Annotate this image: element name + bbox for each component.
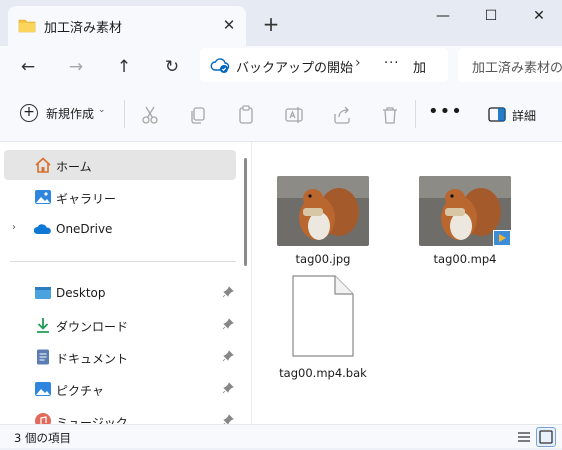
onedrive-icon — [34, 224, 51, 234]
rename-icon[interactable] — [281, 102, 307, 128]
sidebar-item-label: Desktop — [56, 286, 106, 300]
file-item-jpg[interactable]: tag00.jpg — [263, 176, 373, 276]
search-placeholder: 加工済み素材の — [472, 61, 562, 76]
sidebar-item-gallery[interactable]: ギャラリー — [4, 182, 236, 212]
title-bar: 加工済み素材 ✕ + — ☐ ✕ — [0, 0, 562, 46]
breadcrumb-backup[interactable]: バックアップの開始 — [236, 57, 353, 76]
pin-icon[interactable] — [222, 286, 234, 298]
backup-cloud-icon — [210, 58, 230, 73]
file-item-mp4[interactable]: tag00.mp4 — [405, 176, 515, 276]
desktop-icon — [35, 287, 51, 299]
plus-icon: + — [20, 104, 38, 122]
pin-icon[interactable] — [222, 350, 234, 362]
chevron-down-icon: ⌄ — [98, 105, 106, 115]
chevron-right-icon[interactable]: › — [12, 222, 16, 233]
new-button-label: 新規作成 — [46, 107, 95, 121]
sidebar-divider — [10, 261, 236, 262]
pin-icon[interactable] — [222, 382, 234, 394]
video-play-icon — [493, 230, 511, 246]
breadcrumb-current[interactable]: 加 — [413, 57, 426, 76]
pin-icon[interactable] — [222, 318, 234, 330]
sidebar-item-desktop[interactable]: Desktop — [4, 278, 236, 308]
command-bar: + 新規作成 ⌄ ••• 詳細 — [0, 86, 562, 142]
navigation-bar: ← → ↑ ↻ バックアップの開始 › ··· 加 加工済み素材の — [0, 46, 562, 86]
sidebar-item-label: ミュージック — [56, 416, 128, 424]
toolbar-divider — [415, 100, 416, 128]
details-view-button[interactable] — [514, 427, 534, 447]
copy-icon[interactable] — [185, 102, 211, 128]
sidebar-item-label: ギャラリー — [56, 192, 117, 206]
folder-icon — [18, 19, 36, 33]
squirrel-thumbnail — [277, 176, 369, 246]
file-name: tag00.mp4.bak — [279, 366, 367, 380]
sidebar-item-documents[interactable]: ドキュメント — [4, 342, 236, 372]
item-count: 3 個の項目 — [14, 431, 71, 445]
file-name: tag00.jpg — [295, 252, 351, 266]
sidebar-item-home[interactable]: ホーム — [4, 150, 236, 180]
delete-icon[interactable] — [377, 102, 403, 128]
file-explorer-window: 加工済み素材 ✕ + — ☐ ✕ ← → ↑ ↻ バックアップの開始 › ···… — [0, 0, 562, 448]
share-icon[interactable] — [329, 102, 355, 128]
maximize-button[interactable]: ☐ — [468, 0, 514, 32]
refresh-button[interactable]: ↻ — [157, 52, 187, 82]
toolbar-divider — [124, 100, 125, 128]
squirrel-video-thumbnail — [419, 176, 511, 246]
sidebar-item-label: ピクチャ — [56, 384, 104, 398]
generic-file-icon — [292, 275, 354, 357]
sidebar-item-label: ドキュメント — [56, 352, 129, 366]
sidebar-item-label: ダウンロード — [56, 320, 129, 334]
large-icons-view-button[interactable] — [536, 427, 556, 447]
tab-close-button[interactable]: ✕ — [218, 14, 240, 36]
download-icon — [37, 318, 49, 333]
sidebar-item-onedrive[interactable]: › OneDrive — [4, 214, 236, 244]
file-name: tag00.mp4 — [433, 252, 497, 266]
paste-icon[interactable] — [233, 102, 259, 128]
pictures-icon — [35, 382, 51, 396]
pin-icon[interactable] — [222, 414, 234, 424]
tiles-view-icon — [539, 430, 553, 444]
list-view-icon — [518, 432, 530, 442]
sidebar-item-label: ホーム — [56, 160, 92, 174]
file-item-bak[interactable]: tag00.mp4.bak — [263, 274, 373, 384]
music-icon — [35, 413, 51, 424]
back-button[interactable]: ← — [13, 52, 43, 82]
breadcrumb-overflow[interactable]: ··· — [384, 56, 399, 71]
documents-icon — [37, 349, 49, 365]
up-button[interactable]: ↑ — [109, 52, 139, 82]
new-tab-button[interactable]: + — [258, 12, 284, 38]
tab-current-folder[interactable]: 加工済み素材 ✕ — [8, 6, 246, 46]
navigation-pane: ホーム ギャラリー › OneDrive Desktop ダウンロード ドキュメ… — [0, 142, 252, 424]
breadcrumb-separator[interactable]: › — [355, 55, 361, 71]
sidebar-scrollbar[interactable] — [244, 158, 247, 266]
details-pane-icon — [488, 107, 506, 122]
cut-icon[interactable] — [137, 102, 163, 128]
gallery-icon — [35, 190, 51, 204]
sidebar-item-music[interactable]: ミュージック — [4, 406, 236, 424]
sidebar-item-label: OneDrive — [56, 222, 113, 236]
address-bar[interactable]: バックアップの開始 › ··· 加 — [200, 48, 448, 82]
status-bar: 3 個の項目 — [0, 424, 562, 448]
forward-button[interactable]: → — [61, 52, 91, 82]
minimize-button[interactable]: — — [420, 0, 466, 32]
details-label: 詳細 — [512, 109, 537, 123]
close-window-button[interactable]: ✕ — [516, 0, 562, 32]
sidebar-item-pictures[interactable]: ピクチャ — [4, 374, 236, 404]
home-icon — [35, 157, 51, 173]
file-list: tag00.jpg tag00.mp4 tag00.mp4.bak — [253, 142, 562, 424]
more-options-button[interactable]: ••• — [428, 101, 463, 122]
sidebar-item-downloads[interactable]: ダウンロード — [4, 310, 236, 340]
details-pane-button[interactable]: 詳細 — [486, 102, 552, 128]
tab-title: 加工済み素材 — [44, 21, 123, 36]
search-box[interactable]: 加工済み素材の — [458, 48, 562, 82]
